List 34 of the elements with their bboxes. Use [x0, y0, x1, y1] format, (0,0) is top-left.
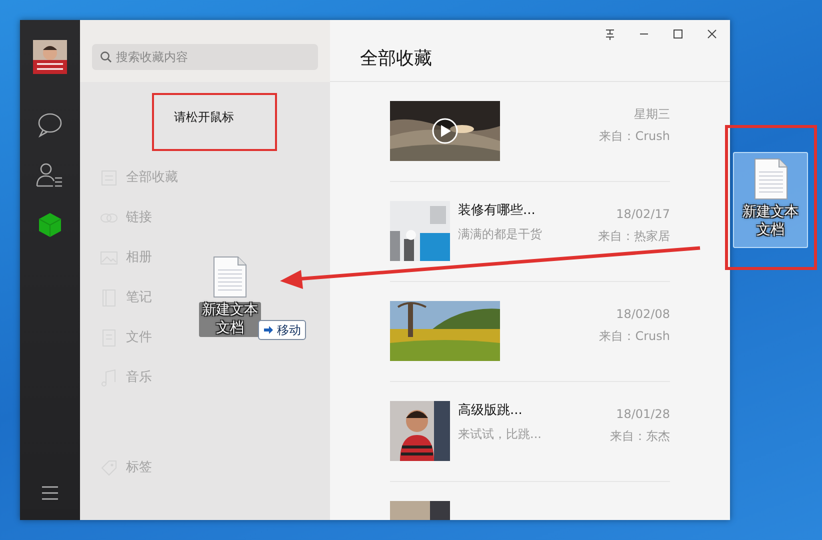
category-item[interactable]: 笔记 — [100, 288, 152, 308]
item-summary: 来试试，比跳... — [458, 426, 542, 442]
text-file-icon — [213, 256, 247, 298]
item-source: 来自：热家居 — [598, 228, 670, 245]
arrow-icon — [263, 325, 274, 335]
item-summary: 满满的都是干货 — [458, 226, 542, 242]
desktop-file-icon[interactable]: 新建文本文档 — [733, 152, 808, 248]
text-file-icon — [754, 158, 788, 200]
category-item[interactable]: 文件 — [100, 328, 152, 348]
move-tooltip: 移动 — [258, 320, 306, 340]
favorite-item[interactable]: 星期三 来自：Crush — [390, 82, 670, 182]
item-source: 来自：东杰 — [610, 428, 670, 445]
category-item[interactable]: 链接 — [100, 208, 152, 228]
file-label: 新建文本文档 — [199, 302, 261, 337]
category-item[interactable]: 相册 — [100, 248, 152, 268]
favorite-item[interactable]: 装修有哪些... 满满的都是干货 18/02/17 来自：热家居 — [390, 182, 670, 282]
drop-hint-text: 请松开鼠标 — [174, 109, 234, 126]
favorite-item[interactable]: 18/02/08 来自：Crush — [390, 282, 670, 382]
item-date: 18/02/17 — [615, 206, 670, 223]
item-title: 高级版跳... — [458, 402, 524, 420]
favorite-item[interactable]: 高级版跳... 来试试，比跳... 18/01/28 来自：东杰 — [390, 382, 670, 482]
category-item[interactable]: 全部收藏 — [100, 168, 178, 188]
item-title: 装修有哪些... — [458, 202, 536, 220]
page-title: 全部收藏 — [330, 20, 730, 82]
file-label: 新建文本文档 — [742, 204, 800, 239]
item-source: 来自：Crush — [599, 328, 670, 345]
item-source: 来自：Crush — [599, 128, 670, 145]
item-date: 18/02/08 — [615, 306, 670, 323]
item-date: 星期三 — [633, 106, 670, 123]
item-date: 18/01/28 — [615, 406, 670, 423]
category-item[interactable]: 标签 — [100, 458, 152, 478]
category-item[interactable]: 音乐 — [100, 368, 152, 388]
search-field[interactable]: 搜索收藏内容 — [92, 44, 318, 70]
avatar[interactable] — [33, 40, 67, 74]
